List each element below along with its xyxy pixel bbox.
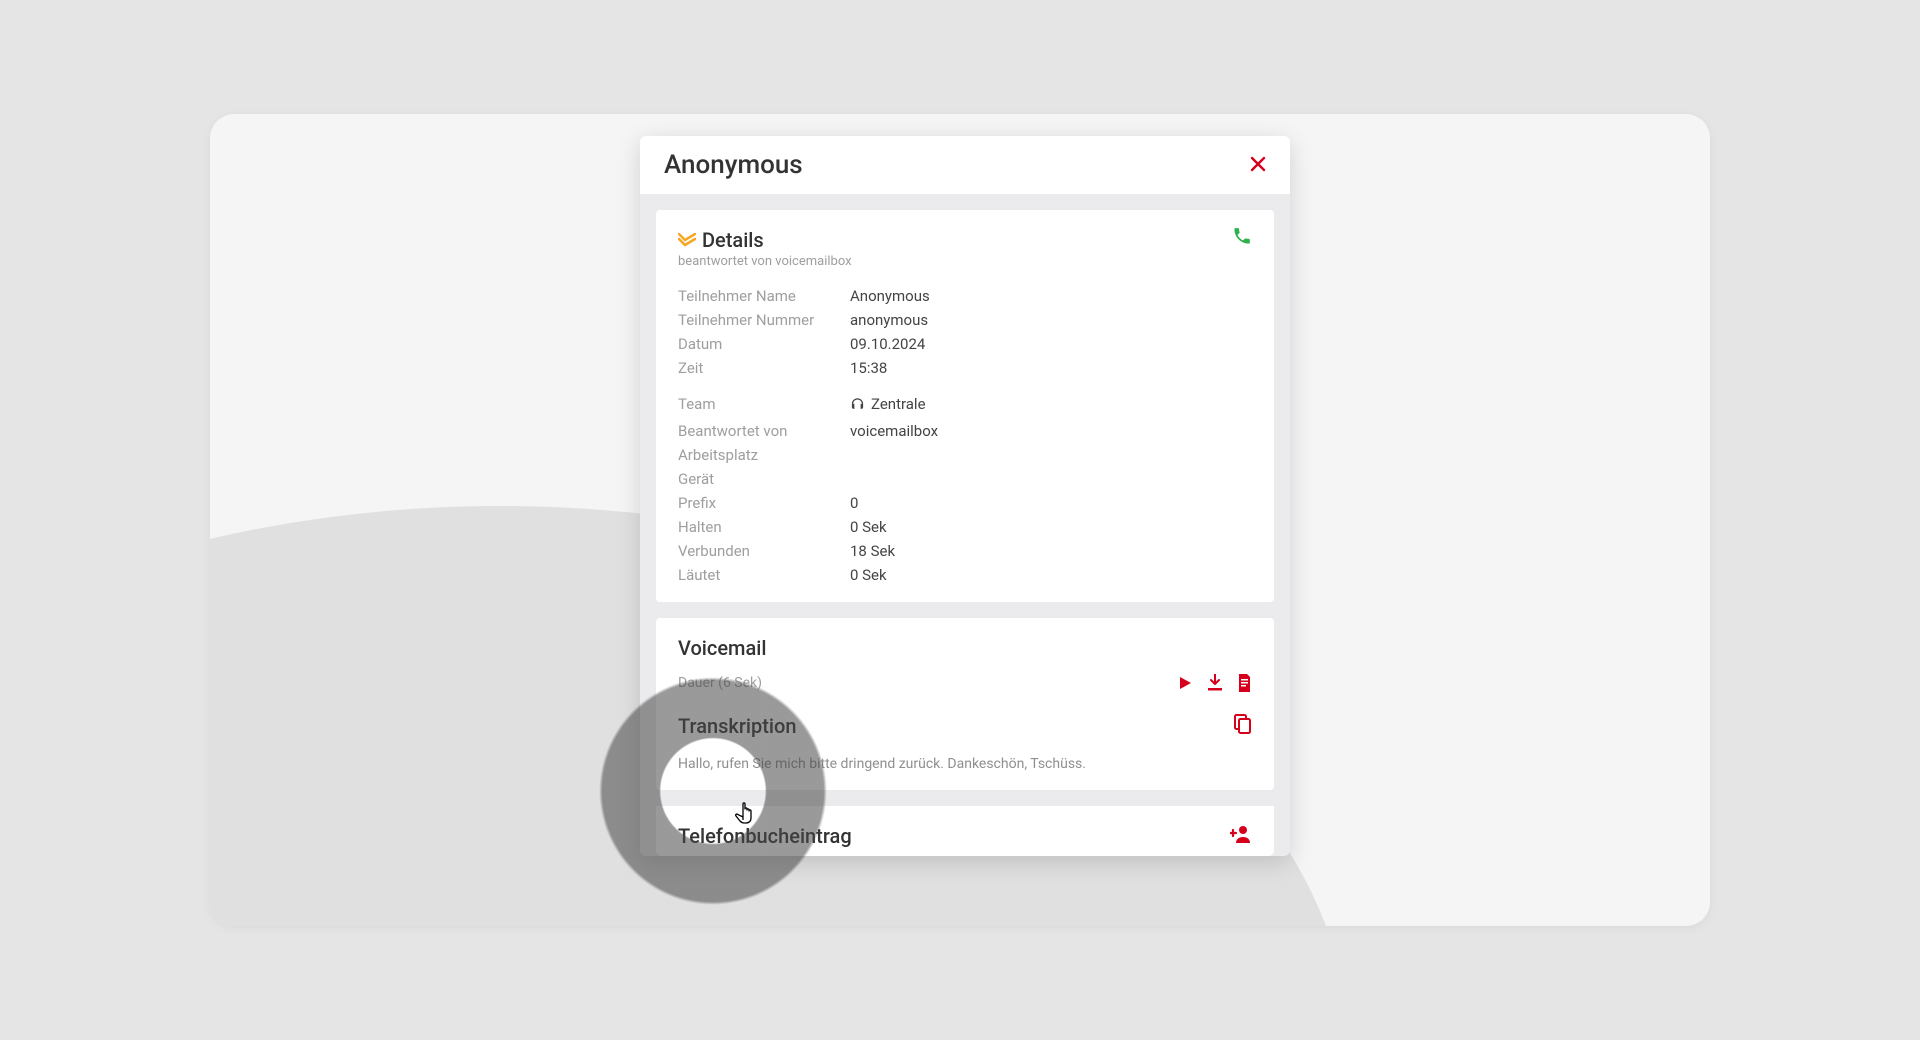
- time-label: Zeit: [678, 359, 838, 377]
- device-label: Gerät: [678, 470, 838, 488]
- transcription-text: Hallo, rufen Sie mich bitte dringend zur…: [678, 756, 1252, 772]
- play-icon[interactable]: [1177, 675, 1193, 691]
- team-value: Zentrale: [850, 395, 1252, 416]
- call-missed-icon: [678, 233, 696, 247]
- answered-by-value: voicemailbox: [850, 422, 1252, 440]
- modal-title: Anonymous: [664, 150, 803, 180]
- participant-number-value: anonymous: [850, 311, 1252, 329]
- ringing-label: Läutet: [678, 566, 838, 584]
- voicemail-card: Voicemail Dauer (6 Sek) Tran: [656, 618, 1274, 790]
- date-value: 09.10.2024: [850, 335, 1252, 353]
- voicemail-heading: Voicemail: [678, 636, 1252, 660]
- transcription-section: Transkription Hallo, rufen Sie mich bitt…: [678, 714, 1252, 772]
- hold-label: Halten: [678, 518, 838, 536]
- add-contact-icon[interactable]: [1230, 825, 1252, 847]
- modal-header: Anonymous: [640, 136, 1290, 194]
- prefix-value: 0: [850, 494, 1252, 512]
- copy-icon[interactable]: [1234, 714, 1252, 738]
- document-icon[interactable]: [1237, 674, 1252, 692]
- participant-number-label: Teilnehmer Nummer: [678, 311, 838, 329]
- workplace-value: [850, 446, 1252, 464]
- time-value: 15:38: [850, 359, 1252, 377]
- prefix-label: Prefix: [678, 494, 838, 512]
- hold-value: 0 Sek: [850, 518, 1252, 536]
- app-stage: Anonymous Details beantwortet von voicem…: [210, 114, 1710, 926]
- participant-name-label: Teilnehmer Name: [678, 287, 838, 305]
- call-detail-modal: Anonymous Details beantwortet von voicem…: [640, 136, 1290, 856]
- details-fields: Teilnehmer Name Anonymous Teilnehmer Num…: [678, 287, 1252, 584]
- details-heading: Details: [702, 228, 764, 252]
- device-value: [850, 470, 1252, 488]
- headset-icon: [850, 397, 865, 412]
- phonebook-card: Telefonbucheintrag: [656, 806, 1274, 856]
- details-subtitle: beantwortet von voicemailbox: [678, 254, 1252, 269]
- voicemail-duration: Dauer (6 Sek): [678, 675, 762, 691]
- transcription-heading: Transkription: [678, 714, 797, 738]
- participant-name-value: Anonymous: [850, 287, 1252, 305]
- details-card: Details beantwortet von voicemailbox Tei…: [656, 210, 1274, 602]
- answered-by-label: Beantwortet von: [678, 422, 838, 440]
- connected-label: Verbunden: [678, 542, 838, 560]
- voicemail-actions: [1177, 674, 1252, 692]
- download-icon[interactable]: [1207, 674, 1223, 692]
- date-label: Datum: [678, 335, 838, 353]
- phone-icon[interactable]: [1232, 226, 1252, 250]
- ringing-value: 0 Sek: [850, 566, 1252, 584]
- connected-value: 18 Sek: [850, 542, 1252, 560]
- phonebook-heading: Telefonbucheintrag: [678, 824, 852, 848]
- close-icon[interactable]: [1250, 155, 1266, 175]
- workplace-label: Arbeitsplatz: [678, 446, 838, 464]
- team-label: Team: [678, 395, 838, 416]
